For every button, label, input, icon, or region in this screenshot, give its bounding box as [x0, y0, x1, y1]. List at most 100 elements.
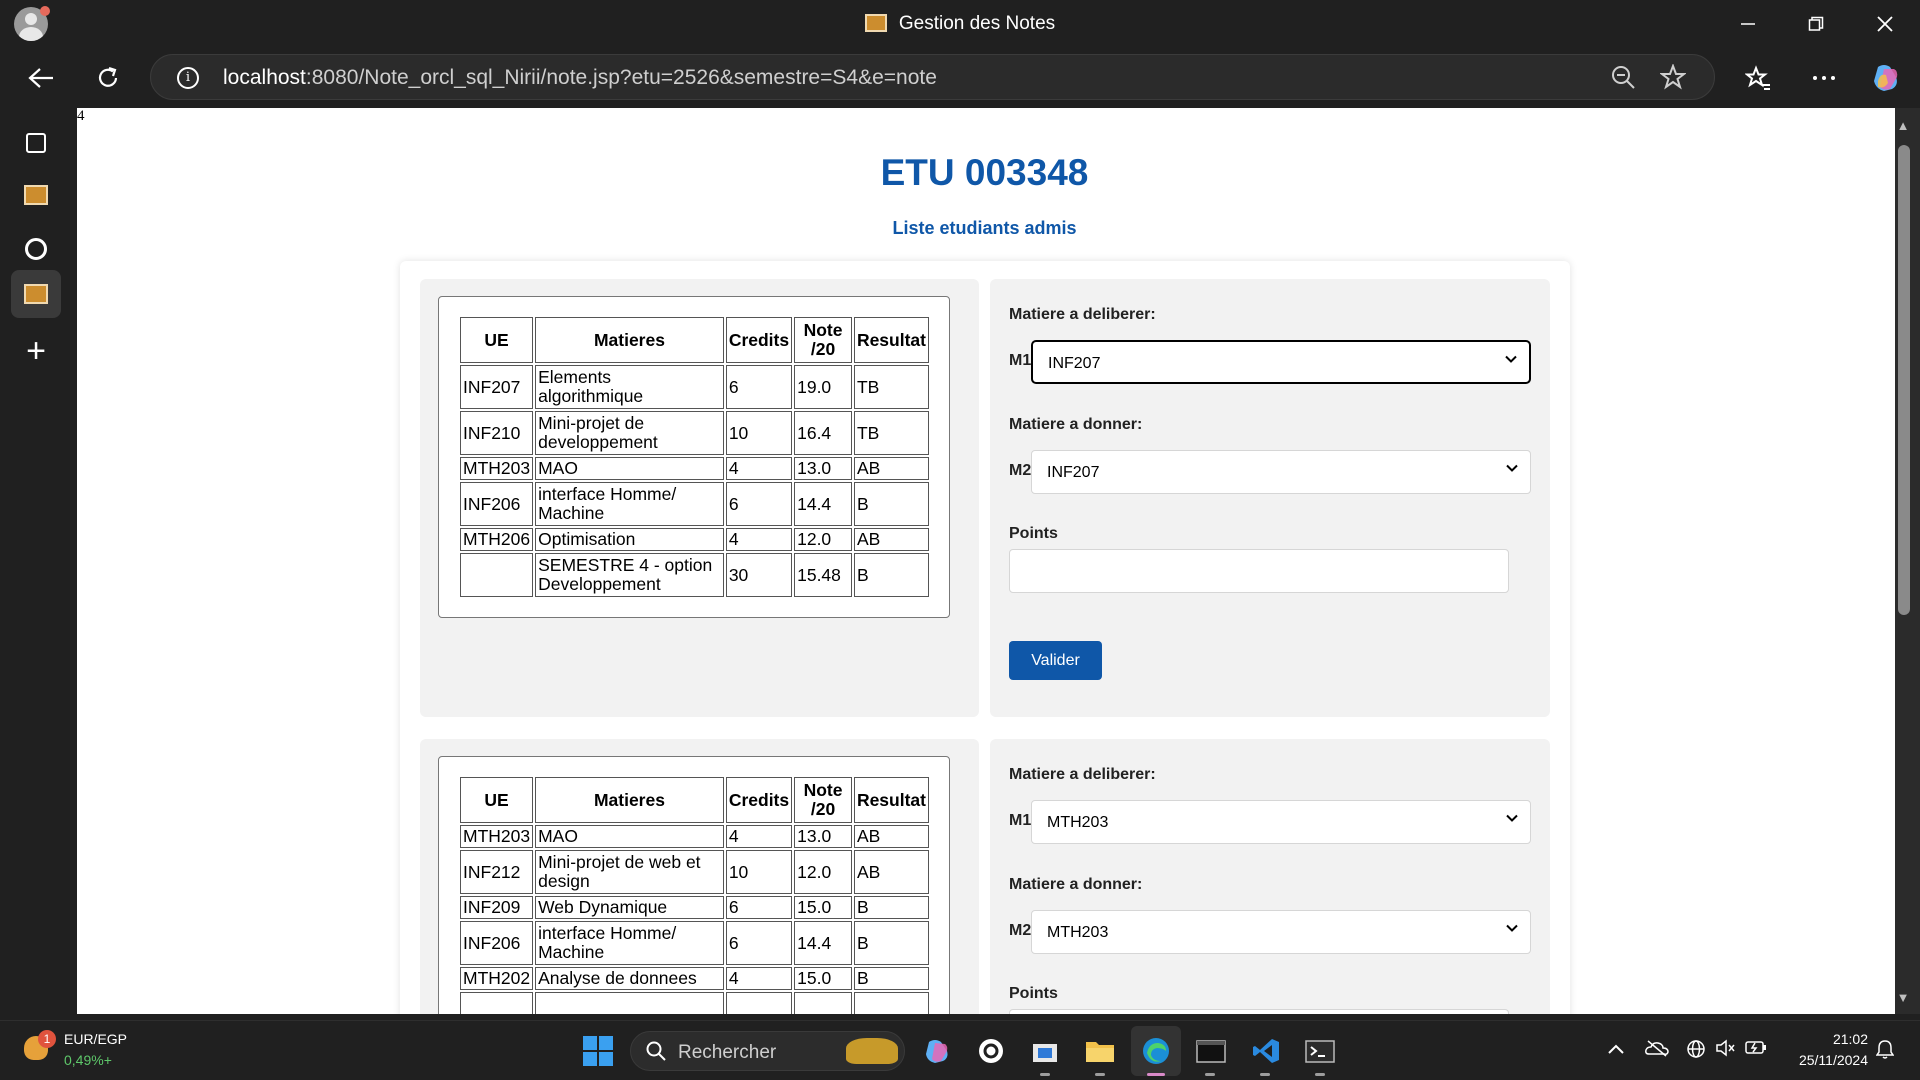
powershell-taskbar-icon[interactable] — [1304, 1035, 1336, 1067]
m1-select[interactable]: INF207 — [1031, 340, 1531, 384]
network-globe-icon[interactable] — [1686, 1039, 1706, 1064]
more-options-icon[interactable] — [1804, 58, 1844, 98]
chevron-down-icon — [1505, 355, 1517, 363]
tab-gestion-notes-active[interactable] — [11, 270, 61, 318]
scroll-down-icon[interactable]: ▼ — [1896, 990, 1910, 1005]
cell-ue: INF206 — [460, 921, 534, 965]
refresh-button[interactable] — [88, 58, 128, 98]
points-label: Points — [1009, 525, 1058, 542]
table-row: INF207 Elements algorithmique 6 19.0 TB — [460, 365, 929, 409]
m1-selected-value: MTH203 — [1047, 814, 1109, 831]
cell-matiere: Optimisation — [535, 528, 724, 551]
cell-resultat: AB — [853, 850, 929, 894]
back-button[interactable] — [21, 58, 61, 98]
tab-chatgpt[interactable] — [11, 225, 61, 273]
points-input[interactable] — [1009, 1009, 1509, 1014]
chevron-down-icon — [1506, 924, 1518, 932]
cell-note: 12.0 — [794, 850, 852, 894]
show-hidden-icons-chevron-up-icon[interactable] — [1607, 1039, 1625, 1060]
table-row-cut-off — [460, 992, 929, 1014]
cell-credits: 6 — [725, 365, 793, 409]
page-viewport: 4 ETU 003348 Liste etudiants admis UE Ma… — [77, 108, 1895, 1014]
cell-note: 13.0 — [794, 825, 852, 848]
cell-note: 15.0 — [794, 967, 852, 990]
clock-date[interactable]: 25/11/2024 — [1780, 1052, 1868, 1068]
minimize-button[interactable] — [1713, 0, 1783, 48]
admis-list-link[interactable]: Liste etudiants admis — [77, 218, 1892, 239]
url-text[interactable]: localhost:8080/Note_orcl_sql_Nirii/note.… — [223, 66, 937, 90]
m1-select[interactable]: MTH203 — [1031, 800, 1531, 844]
table-row: MTH203 MAO 4 13.0 AB — [460, 825, 929, 848]
m2-select[interactable]: MTH203 — [1031, 910, 1531, 954]
m2-select[interactable]: INF207 — [1031, 450, 1531, 494]
cell-note: 14.4 — [794, 921, 852, 965]
cell-matiere: MAO — [535, 825, 724, 848]
cell-credits: 4 — [725, 528, 793, 551]
cell-note: 14.4 — [794, 482, 852, 526]
header-matieres: Matieres — [535, 777, 724, 823]
cell-resultat: AB — [853, 825, 929, 848]
cell-matiere: Analyse de donnees — [535, 967, 724, 990]
tab-actions-icon[interactable] — [11, 119, 61, 167]
store-taskbar-icon[interactable] — [1029, 1035, 1061, 1067]
battery-charging-icon[interactable] — [1745, 1039, 1767, 1060]
copilot-icon[interactable] — [1866, 58, 1906, 98]
table-row: INF206 interface Homme/ Machine 6 14.4 B — [460, 482, 929, 526]
running-indicator — [1205, 1073, 1215, 1076]
notifications-bell-icon[interactable] — [1875, 1039, 1895, 1064]
favorites-icon[interactable] — [1738, 58, 1778, 98]
cell-ue: MTH203 — [460, 457, 534, 480]
points-input[interactable] — [1009, 549, 1509, 593]
onedrive-offline-icon[interactable] — [1645, 1039, 1669, 1062]
table-header-row: UE Matieres Credits Note /20 Resultat — [460, 777, 929, 823]
taskbar-search[interactable]: Rechercher — [630, 1031, 905, 1071]
table-row: INF209 Web Dynamique 6 15.0 B — [460, 896, 929, 919]
cell-ue: INF212 — [460, 850, 534, 894]
zoom-out-icon[interactable] — [1609, 64, 1637, 92]
cell-matiere: Web Dynamique — [535, 896, 724, 919]
file-explorer-icon[interactable] — [1084, 1035, 1116, 1067]
vscode-taskbar-icon[interactable] — [1250, 1035, 1282, 1067]
table-row: MTH206 Optimisation 4 12.0 AB — [460, 528, 929, 551]
scrollbar-thumb[interactable] — [1898, 145, 1910, 615]
table-row: INF212 Mini-projet de web et design 10 1… — [460, 850, 929, 894]
restore-button[interactable] — [1781, 0, 1851, 48]
tab-gestion-notes-1[interactable] — [11, 171, 61, 219]
close-window-button[interactable] — [1850, 0, 1920, 48]
cell-credits: 4 — [725, 967, 793, 990]
running-indicator — [1040, 1073, 1050, 1076]
address-bar[interactable]: i localhost:8080/Note_orcl_sql_Nirii/not… — [150, 54, 1715, 100]
valider-button[interactable]: Valider — [1009, 641, 1102, 680]
cell-note: 15.48 — [794, 553, 852, 597]
edge-browser-icon[interactable] — [1140, 1035, 1172, 1067]
cell-matiere: interface Homme/ Machine — [535, 482, 724, 526]
cell-note: 13.0 — [794, 457, 852, 480]
cell-ue: INF209 — [460, 896, 534, 919]
table-row: INF206 interface Homme/ Machine 6 14.4 B — [460, 921, 929, 965]
scroll-up-icon[interactable]: ▲ — [1896, 118, 1910, 133]
terminal-taskbar-icon[interactable] — [1195, 1035, 1227, 1067]
deliberation-form-2: Matiere a deliberer: M1 MTH203 Matiere a… — [990, 739, 1550, 1014]
copilot-taskbar-icon[interactable] — [921, 1035, 953, 1067]
header-credits: Credits — [725, 777, 793, 823]
notes-card-2: UE Matieres Credits Note /20 Resultat MT… — [420, 739, 979, 1014]
volume-muted-icon[interactable] — [1715, 1039, 1735, 1062]
windows-start-icon[interactable] — [583, 1036, 613, 1066]
cell-matiere: Elements algorithmique — [535, 365, 724, 409]
site-info-icon[interactable]: i — [177, 67, 199, 89]
favorite-star-icon[interactable] — [1659, 63, 1687, 92]
chatgpt-taskbar-icon[interactable] — [975, 1035, 1007, 1067]
m2-selected-value: MTH203 — [1047, 924, 1109, 941]
running-indicator — [1260, 1073, 1270, 1076]
cell-resultat: B — [853, 553, 929, 597]
clock-time[interactable]: 21:02 — [1780, 1031, 1868, 1047]
m1-section-label: Matiere a deliberer: — [1009, 766, 1156, 783]
cell-credits: 4 — [725, 825, 793, 848]
m1-label: M1 — [1009, 352, 1032, 369]
ticker-change: 0,49%+ — [64, 1052, 112, 1068]
cell-credits: 6 — [725, 921, 793, 965]
ticker-label[interactable]: EUR/EGP — [64, 1031, 127, 1047]
cell-matiere: MAO — [535, 457, 724, 480]
m2-label: M2 — [1009, 922, 1032, 939]
new-tab-button[interactable]: + — [19, 334, 53, 370]
